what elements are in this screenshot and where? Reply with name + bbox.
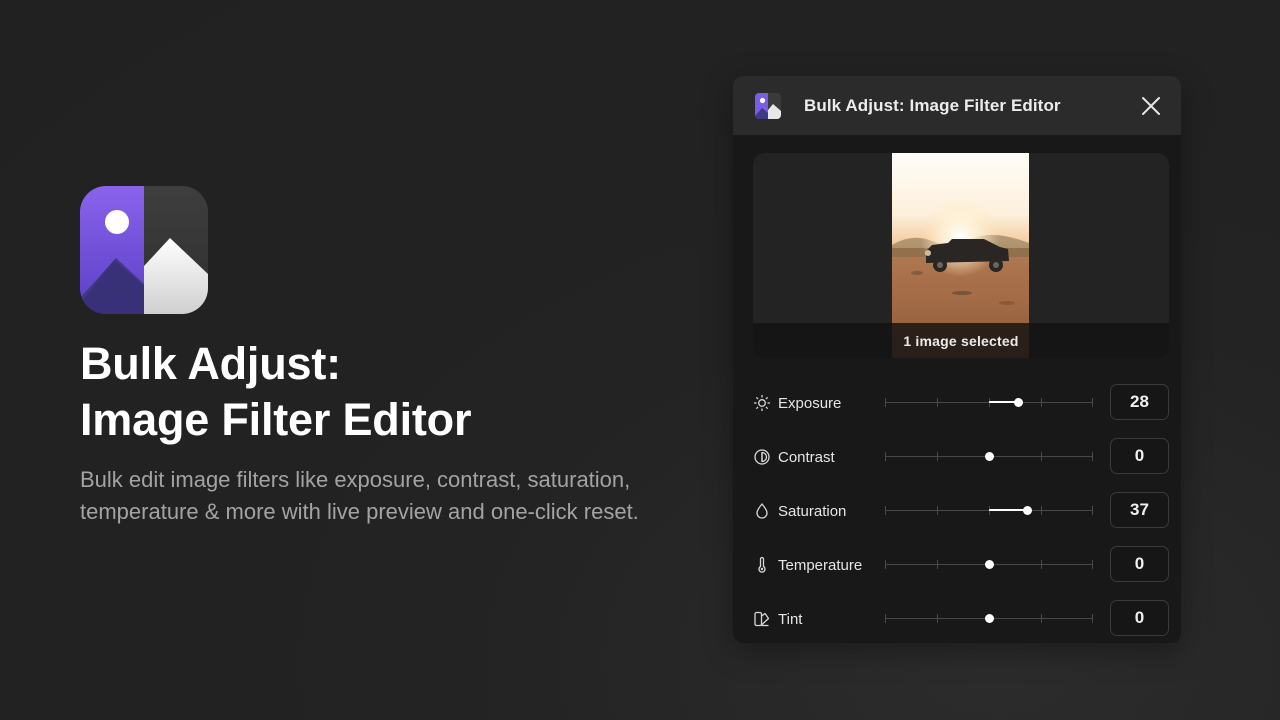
- contrast-icon: [754, 449, 770, 465]
- slider-thumb[interactable]: [1013, 398, 1023, 407]
- image-preview: 1 image selected: [753, 153, 1169, 358]
- app-logo-icon: [80, 186, 208, 314]
- slider-tick: [1092, 506, 1093, 515]
- hero-title-line1: Bulk Adjust:: [80, 338, 341, 389]
- slider-tick: [1092, 560, 1093, 569]
- slider-fill: [989, 509, 1028, 511]
- adjustment-row-tint: Tint 0: [753, 592, 1169, 643]
- slider-tick: [937, 452, 938, 461]
- slider-tick: [1041, 452, 1042, 461]
- panel-header: Bulk Adjust: Image Filter Editor: [733, 76, 1181, 135]
- adjustment-row-temperature: Temperature 0: [753, 538, 1169, 592]
- slider-tick: [885, 506, 886, 515]
- tint-icon: [754, 611, 770, 627]
- temperature-slider[interactable]: [885, 556, 1093, 574]
- slider-tick: [1041, 506, 1042, 515]
- slider-tick: [1041, 614, 1042, 623]
- adjustment-label: Contrast: [778, 448, 835, 466]
- temperature-value-input[interactable]: 0: [1110, 546, 1169, 582]
- adjustment-row-contrast: Contrast 0: [753, 430, 1169, 484]
- tint-value-input[interactable]: 0: [1110, 600, 1169, 636]
- slider-tick: [885, 452, 886, 461]
- adjustment-label: Temperature: [778, 556, 863, 574]
- adjustment-label: Saturation: [778, 502, 847, 520]
- tint-slider[interactable]: [885, 610, 1093, 628]
- panel-app-icon: [755, 92, 781, 119]
- hero-section: Bulk Adjust: Image Filter Editor Bulk ed…: [80, 186, 660, 528]
- droplet-icon: [756, 503, 768, 519]
- slider-thumb[interactable]: [984, 614, 994, 623]
- slider-tick: [937, 506, 938, 515]
- slider-tick: [1092, 614, 1093, 623]
- adjustment-controls: Exposure 28 Contrast 0 Saturation 37 Tem…: [753, 376, 1169, 643]
- slider-tick: [1041, 398, 1042, 407]
- contrast-slider[interactable]: [885, 448, 1093, 466]
- contrast-value-input[interactable]: 0: [1110, 438, 1169, 474]
- saturation-value-input[interactable]: 37: [1110, 492, 1169, 528]
- adjustment-row-saturation: Saturation 37: [753, 484, 1169, 538]
- adjustment-label: Tint: [778, 610, 803, 628]
- filter-editor-panel: Bulk Adjust: Image Filter Editor 1 image…: [733, 76, 1181, 643]
- panel-title: Bulk Adjust: Image Filter Editor: [804, 95, 1061, 115]
- slider-tick: [937, 560, 938, 569]
- slider-tick: [1092, 398, 1093, 407]
- slider-tick: [1041, 560, 1042, 569]
- slider-tick: [885, 398, 886, 407]
- exposure-slider[interactable]: [885, 394, 1093, 412]
- hero-title: Bulk Adjust: Image Filter Editor: [80, 336, 660, 448]
- preview-caption: 1 image selected: [753, 323, 1169, 358]
- hero-description: Bulk edit image filters like exposure, c…: [80, 467, 639, 524]
- slider-thumb[interactable]: [984, 452, 994, 461]
- adjustment-label: Exposure: [778, 394, 842, 412]
- slider-thumb[interactable]: [1022, 506, 1032, 515]
- slider-tick: [937, 398, 938, 407]
- exposure-value-input[interactable]: 28: [1110, 384, 1169, 420]
- thermometer-icon: [758, 556, 766, 573]
- close-icon[interactable]: [1139, 94, 1163, 118]
- saturation-slider[interactable]: [885, 502, 1093, 520]
- slider-tick: [885, 560, 886, 569]
- slider-tick: [937, 614, 938, 623]
- adjustment-row-exposure: Exposure 28: [753, 376, 1169, 430]
- slider-tick: [885, 614, 886, 623]
- hero-title-line2: Image Filter Editor: [80, 394, 472, 445]
- slider-tick: [1092, 452, 1093, 461]
- slider-thumb[interactable]: [984, 560, 994, 569]
- sun-icon: [753, 394, 771, 412]
